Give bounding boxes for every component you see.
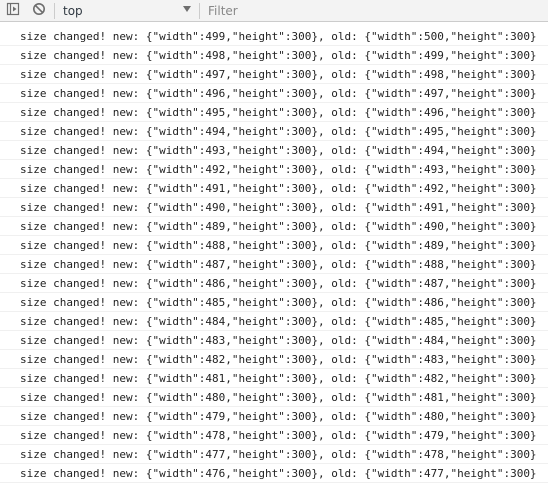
console-message: size changed! new: {"width":480,"height"… bbox=[0, 388, 548, 407]
console-message: size changed! new: {"width":477,"height"… bbox=[0, 445, 548, 464]
console-message: size changed! new: {"width":486,"height"… bbox=[0, 274, 548, 293]
console-message: size changed! new: {"width":496,"height"… bbox=[0, 84, 548, 103]
console-message: size changed! new: {"width":479,"height"… bbox=[0, 407, 548, 426]
console-message-text: size changed! new: {"width":499,"height"… bbox=[20, 29, 537, 43]
console-message: size changed! new: {"width":489,"height"… bbox=[0, 217, 548, 236]
console-message-text: size changed! new: {"width":483,"height"… bbox=[20, 333, 537, 347]
console-message-text: size changed! new: {"width":496,"height"… bbox=[20, 86, 537, 100]
chevron-down-icon bbox=[183, 5, 191, 12]
console-message-text: size changed! new: {"width":492,"height"… bbox=[20, 162, 537, 176]
console-message: size changed! new: {"width":499,"height"… bbox=[0, 27, 548, 46]
console-message-text: size changed! new: {"width":480,"height"… bbox=[20, 390, 537, 404]
console-message: size changed! new: {"width":481,"height"… bbox=[0, 369, 548, 388]
console-message-text: size changed! new: {"width":489,"height"… bbox=[20, 219, 537, 233]
console-message: size changed! new: {"width":487,"height"… bbox=[0, 255, 548, 274]
clear-console-icon bbox=[32, 1, 46, 20]
sidebar-toggle-button[interactable] bbox=[0, 0, 26, 22]
console-message: size changed! new: {"width":493,"height"… bbox=[0, 141, 548, 160]
console-message: size changed! new: {"width":484,"height"… bbox=[0, 312, 548, 331]
clear-console-button[interactable] bbox=[26, 0, 52, 22]
console-message-text: size changed! new: {"width":490,"height"… bbox=[20, 200, 537, 214]
console-message: size changed! new: {"width":478,"height"… bbox=[0, 426, 548, 445]
console-message: size changed! new: {"width":497,"height"… bbox=[0, 65, 548, 84]
console-message-text: size changed! new: {"width":493,"height"… bbox=[20, 143, 537, 157]
console-message-text: size changed! new: {"width":488,"height"… bbox=[20, 238, 537, 252]
console-message-text: size changed! new: {"width":481,"height"… bbox=[20, 371, 537, 385]
toolbar-divider bbox=[199, 2, 200, 19]
execution-context-select[interactable]: top bbox=[59, 0, 197, 22]
console-message-text: size changed! new: {"width":485,"height"… bbox=[20, 295, 537, 309]
console-message: size changed! new: {"width":485,"height"… bbox=[0, 293, 548, 312]
console-messages: size changed! new: {"width":499,"height"… bbox=[0, 27, 548, 483]
console-message-text: size changed! new: {"width":494,"height"… bbox=[20, 124, 537, 138]
toolbar-divider bbox=[54, 2, 55, 19]
console-message: size changed! new: {"width":476,"height"… bbox=[0, 464, 548, 483]
console-toolbar: top bbox=[0, 0, 548, 22]
console-message-text: size changed! new: {"width":476,"height"… bbox=[20, 466, 537, 480]
console-message: size changed! new: {"width":488,"height"… bbox=[0, 236, 548, 255]
console-message: size changed! new: {"width":498,"height"… bbox=[0, 46, 548, 65]
console-message: size changed! new: {"width":482,"height"… bbox=[0, 350, 548, 369]
console-message-text: size changed! new: {"width":486,"height"… bbox=[20, 276, 537, 290]
filter-input[interactable] bbox=[204, 1, 542, 20]
console-message: size changed! new: {"width":494,"height"… bbox=[0, 122, 548, 141]
devtools-console: top size changed! new: {"width":499,"hei… bbox=[0, 0, 548, 484]
console-message-text: size changed! new: {"width":479,"height"… bbox=[20, 409, 537, 423]
console-message: size changed! new: {"width":495,"height"… bbox=[0, 103, 548, 122]
console-message: size changed! new: {"width":483,"height"… bbox=[0, 331, 548, 350]
console-message-text: size changed! new: {"width":477,"height"… bbox=[20, 447, 537, 461]
console-message-text: size changed! new: {"width":495,"height"… bbox=[20, 105, 537, 119]
console-message-text: size changed! new: {"width":487,"height"… bbox=[20, 257, 537, 271]
execution-context-label: top bbox=[63, 3, 83, 18]
console-message: size changed! new: {"width":491,"height"… bbox=[0, 179, 548, 198]
console-message-text: size changed! new: {"width":478,"height"… bbox=[20, 428, 537, 442]
console-message-text: size changed! new: {"width":484,"height"… bbox=[20, 314, 537, 328]
console-message-text: size changed! new: {"width":482,"height"… bbox=[20, 352, 537, 366]
console-message-text: size changed! new: {"width":491,"height"… bbox=[20, 181, 537, 195]
sidebar-toggle-icon bbox=[6, 1, 20, 20]
console-message: size changed! new: {"width":492,"height"… bbox=[0, 160, 548, 179]
console-message: size changed! new: {"width":490,"height"… bbox=[0, 198, 548, 217]
console-message-text: size changed! new: {"width":498,"height"… bbox=[20, 48, 537, 62]
console-message-text: size changed! new: {"width":497,"height"… bbox=[20, 67, 537, 81]
